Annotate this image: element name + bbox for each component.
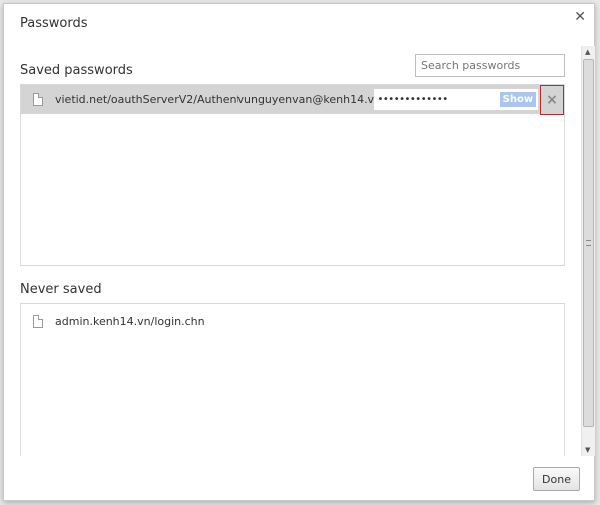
dialog-title: Passwords — [20, 16, 88, 31]
username: vunguyenvan@kenh14.vn — [237, 93, 382, 106]
never-saved-heading: Never saved — [20, 282, 102, 297]
saved-passwords-list: vietid.net/oauthServerV2/Authenti... vun… — [20, 84, 565, 266]
show-password-button[interactable]: Show — [499, 92, 537, 107]
search-input[interactable] — [415, 54, 565, 77]
file-icon — [33, 93, 43, 106]
file-icon — [33, 314, 43, 328]
scrollbar-thumb[interactable] — [583, 59, 594, 427]
never-saved-list: admin.kenh14.vn/login.chn — [20, 303, 565, 456]
delete-entry-button[interactable]: × — [540, 85, 564, 115]
password-value: ••••••••••••• — [377, 94, 449, 105]
never-saved-row[interactable]: admin.kenh14.vn/login.chn — [21, 306, 564, 336]
saved-passwords-heading: Saved passwords — [20, 63, 133, 78]
scroll-down-icon[interactable]: ▼ — [585, 446, 590, 454]
passwords-dialog: Passwords ✕ Saved passwords vietid.net/o… — [3, 3, 595, 501]
site-url: admin.kenh14.vn/login.chn — [55, 314, 205, 328]
done-button[interactable]: Done — [533, 467, 580, 491]
scroll-up-icon[interactable]: ▲ — [585, 48, 590, 56]
site-url: vietid.net/oauthServerV2/Authenti... — [54, 93, 238, 106]
close-icon: × — [546, 92, 558, 108]
dialog-content: Saved passwords vietid.net/oauthServerV2… — [4, 46, 582, 456]
saved-password-row[interactable]: vietid.net/oauthServerV2/Authenti... vun… — [21, 85, 564, 115]
close-icon[interactable]: ✕ — [574, 9, 586, 25]
grip-icon — [586, 240, 591, 246]
password-field[interactable]: ••••••••••••• Show — [373, 89, 539, 110]
scrollbar[interactable]: ▲ ▼ — [581, 46, 595, 456]
